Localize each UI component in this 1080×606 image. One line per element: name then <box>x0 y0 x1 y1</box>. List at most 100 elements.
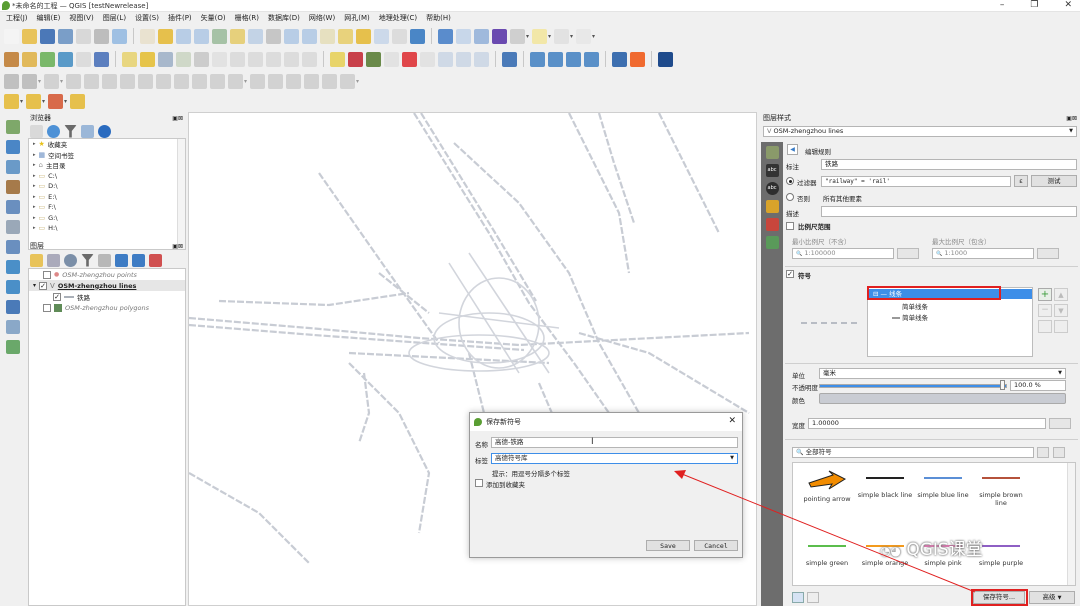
back-arrow-icon[interactable]: ◀ <box>787 144 798 155</box>
expand-arrow-icon[interactable]: ▸ <box>33 215 36 221</box>
node-icon[interactable] <box>156 73 172 89</box>
new-print-layout-icon[interactable] <box>76 28 91 44</box>
expand-arrow-icon[interactable]: ▸ <box>33 173 36 179</box>
annotation-icon[interactable] <box>532 28 548 44</box>
symbol-checkbox[interactable]: ✓ <box>786 270 794 278</box>
browser-item[interactable]: ▸ ▭ E:\ <box>29 192 185 203</box>
layer-row-polygons[interactable]: OSM-zhengzhou polygons <box>29 302 185 313</box>
zoom-out-icon[interactable] <box>194 28 209 44</box>
chevron-down-icon[interactable]: ▾ <box>38 78 41 85</box>
expand-arrow-icon[interactable]: ▸ <box>33 225 36 231</box>
else-radio[interactable] <box>786 193 794 201</box>
select-by-value-icon[interactable] <box>26 93 42 109</box>
vertex-tool-icon[interactable] <box>194 51 209 67</box>
filter-icon[interactable] <box>64 124 77 138</box>
library-symbol[interactable]: simple green <box>799 537 855 567</box>
zoom-next-icon[interactable] <box>302 28 317 44</box>
add-symbol-layer-icon[interactable]: + <box>1038 288 1052 301</box>
label-toolbar-icon[interactable] <box>438 51 453 67</box>
chevron-down-icon[interactable]: ▾ <box>244 78 247 85</box>
node-icon[interactable] <box>304 73 320 89</box>
processing-toolbox-icon[interactable] <box>530 51 545 67</box>
labels-tab-icon[interactable]: abc <box>765 164 779 177</box>
new-scratch-layer-icon[interactable] <box>58 51 73 67</box>
symbol-search-input[interactable]: 🔍 全部符号 <box>792 447 1034 458</box>
select-all-icon[interactable] <box>70 93 86 109</box>
browser-item[interactable]: ▸ ▭ C:\ <box>29 171 185 182</box>
zoom-full-icon[interactable] <box>212 28 227 44</box>
info-icon[interactable] <box>98 124 111 138</box>
add-group-icon[interactable] <box>47 253 60 267</box>
opacity-slider-handle[interactable] <box>1000 380 1005 390</box>
close-icon[interactable]: ✕ <box>728 416 736 426</box>
expand-arrow-icon[interactable]: ▸ <box>33 194 36 200</box>
collapse-all-icon[interactable] <box>132 253 145 267</box>
label-pin-icon[interactable] <box>348 51 363 67</box>
layer-selector[interactable]: V OSM-zhengzhou lines ▼ <box>763 126 1077 137</box>
map-tips-icon[interactable] <box>554 28 570 44</box>
label-icon[interactable] <box>330 51 345 67</box>
results-viewer-icon[interactable] <box>566 51 581 67</box>
expression-builder-button[interactable]: ε <box>1014 175 1028 187</box>
max-scale-input[interactable]: 🔍 1:1000 <box>932 248 1034 259</box>
map-themes-icon[interactable] <box>64 253 77 267</box>
menu-item-11[interactable]: 地理处理(C) <box>379 13 417 23</box>
advanced-button[interactable]: 高级 ▼ <box>1029 591 1075 604</box>
collapse-all-icon[interactable] <box>81 124 94 138</box>
node-icon[interactable] <box>340 73 356 89</box>
add-virtual-layer-icon[interactable] <box>6 220 20 234</box>
deselect-icon[interactable] <box>48 93 64 109</box>
browser-item[interactable]: ▸ ▦ 空间书签 <box>29 150 185 161</box>
chevron-down-icon[interactable]: ▾ <box>548 33 551 40</box>
label-toolbar-icon[interactable] <box>474 51 489 67</box>
history-icon[interactable] <box>584 51 599 67</box>
refresh-icon[interactable] <box>47 124 60 138</box>
plugin-icon[interactable] <box>630 51 645 67</box>
menu-item-2[interactable]: 视图(V) <box>69 13 93 23</box>
statistics-icon[interactable] <box>492 28 507 44</box>
chevron-down-icon[interactable]: ▾ <box>592 33 595 40</box>
test-filter-button[interactable]: 测试 <box>1031 175 1077 187</box>
chevron-down-icon[interactable]: ▾ <box>526 33 529 40</box>
toggle-editing-icon[interactable] <box>140 51 155 67</box>
refresh-icon[interactable] <box>410 28 425 44</box>
browser-item[interactable]: ▸ ⌂ 主目录 <box>29 160 185 171</box>
node-icon[interactable] <box>120 73 136 89</box>
chevron-down-icon[interactable]: ▾ <box>42 98 45 105</box>
digitize-icon[interactable] <box>22 73 37 89</box>
cut-icon[interactable] <box>230 51 245 67</box>
move-up-icon[interactable]: ▲ <box>1054 288 1068 301</box>
opacity-slider[interactable] <box>819 384 1007 388</box>
open-project-icon[interactable] <box>22 28 37 44</box>
browser-scrollbar[interactable] <box>177 139 185 249</box>
add-wms-icon[interactable] <box>6 260 20 274</box>
menu-item-10[interactable]: 网孔(M) <box>344 13 370 23</box>
digitize-icon[interactable] <box>4 73 19 89</box>
zoom-native-icon[interactable] <box>266 28 281 44</box>
node-icon[interactable] <box>228 73 244 89</box>
add-selected-icon[interactable] <box>30 124 43 138</box>
library-scrollbar[interactable] <box>1067 463 1075 585</box>
copy-icon[interactable] <box>248 51 263 67</box>
node-icon[interactable] <box>250 73 266 89</box>
label-toolbar-icon[interactable] <box>456 51 471 67</box>
node-icon[interactable] <box>210 73 226 89</box>
current-scale-button[interactable] <box>1037 248 1059 259</box>
menu-item-3[interactable]: 图层(L) <box>103 13 126 23</box>
symbol-name-input[interactable]: 高德-铁路 <box>491 437 738 448</box>
current-edits-icon[interactable] <box>122 51 137 67</box>
library-symbol[interactable]: simple brown line <box>973 469 1029 507</box>
add-spatialite-icon[interactable] <box>6 200 20 214</box>
new-3d-view-icon[interactable] <box>338 28 353 44</box>
chevron-down-icon[interactable]: ▾ <box>570 33 573 40</box>
symbol-layer-row[interactable]: 简单线条 <box>902 301 928 311</box>
node-icon[interactable] <box>66 73 82 89</box>
menu-item-1[interactable]: 编辑(E) <box>37 13 61 23</box>
minimize-button[interactable]: – <box>1000 0 1005 10</box>
move-down-icon[interactable]: ▼ <box>1054 304 1068 317</box>
browser-item[interactable]: ▸ ▭ G:\ <box>29 213 185 224</box>
expand-arrow-icon[interactable]: ▸ <box>33 162 36 168</box>
node-icon[interactable] <box>138 73 154 89</box>
open-styling-icon[interactable] <box>30 253 43 267</box>
browser-item[interactable]: ▸ ★ 收藏夹 <box>29 139 185 150</box>
